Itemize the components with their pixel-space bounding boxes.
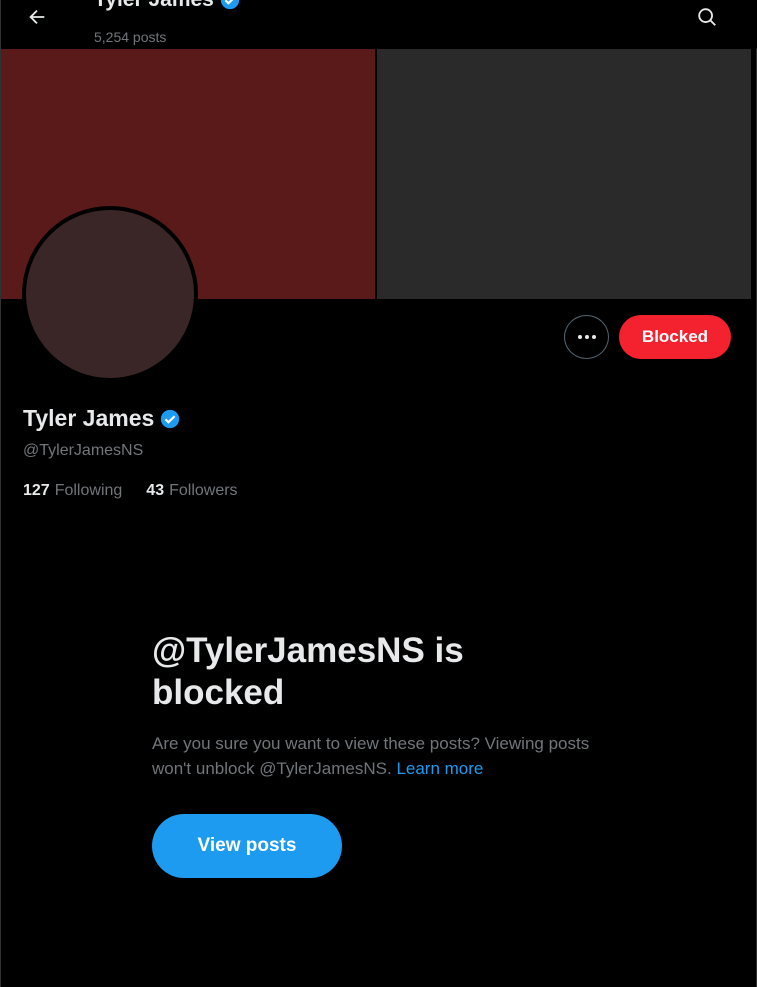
arrow-left-icon xyxy=(29,9,45,25)
post-count: 5,254 posts xyxy=(94,29,167,45)
blocked-notice-text: Are you sure you want to view these post… xyxy=(152,734,590,778)
search-icon xyxy=(698,8,716,26)
verified-badge-icon xyxy=(219,0,241,11)
blocked-notice-title: @TylerJamesNS is blocked xyxy=(152,631,464,712)
more-options-button[interactable] xyxy=(564,315,609,359)
banner-image-right xyxy=(375,49,751,299)
followers-stat[interactable]: 43 Followers xyxy=(146,482,237,500)
following-stat[interactable]: 127 Following xyxy=(23,482,122,500)
profile-handle: @TylerJamesNS xyxy=(23,442,144,459)
app-frame: Tyler James 5,254 posts Blocked Tyler Ja… xyxy=(0,0,757,987)
more-horizontal-icon xyxy=(577,335,582,339)
profile-name-row: Tyler James xyxy=(23,405,181,432)
search-button[interactable] xyxy=(689,0,725,35)
followers-label: Followers xyxy=(169,482,238,499)
profile-stats: 127 Following 43 Followers xyxy=(23,482,262,500)
learn-more-link[interactable]: Learn more xyxy=(396,759,483,778)
following-label: Following xyxy=(54,482,123,499)
header-title: Tyler James xyxy=(94,0,214,12)
blocked-notice-body: Are you sure you want to view these post… xyxy=(152,731,602,781)
avatar[interactable] xyxy=(22,206,198,382)
blocked-button[interactable]: Blocked xyxy=(619,315,731,359)
header-title-row: Tyler James xyxy=(94,0,241,12)
followers-count: 43 xyxy=(146,482,165,499)
view-posts-button[interactable]: View posts xyxy=(152,814,342,878)
following-count: 127 xyxy=(23,482,50,499)
display-name: Tyler James xyxy=(23,405,155,431)
top-bar: Tyler James 5,254 posts xyxy=(1,0,757,49)
back-button[interactable] xyxy=(19,0,55,34)
verified-badge-icon xyxy=(159,408,181,430)
